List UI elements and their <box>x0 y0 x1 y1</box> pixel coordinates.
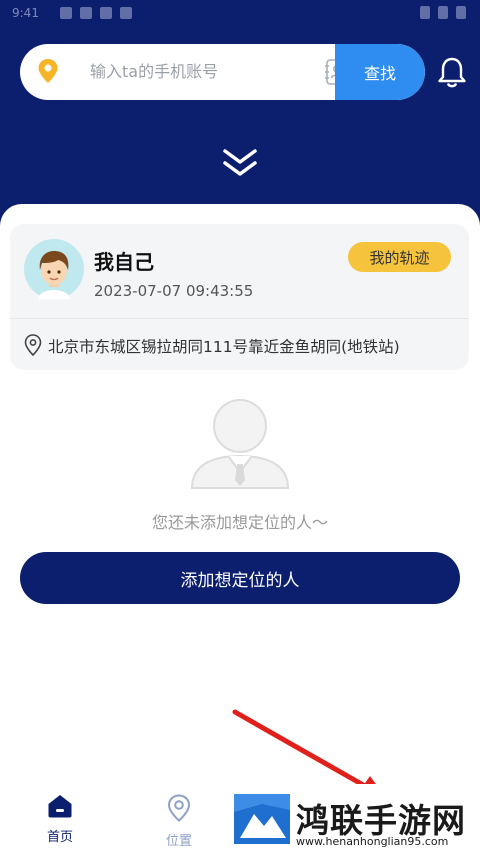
search-button[interactable]: 查找 <box>335 44 425 100</box>
watermark-logo <box>234 794 290 844</box>
notification-icons <box>60 7 132 19</box>
system-status-icons <box>420 6 466 19</box>
last-update-time: 2023-07-07 09:43:55 <box>94 282 254 300</box>
location-outline-icon <box>24 334 42 356</box>
status-bar: 9:41 <box>0 0 480 26</box>
double-chevron-down-icon[interactable] <box>222 148 258 178</box>
location-tab-icon <box>167 794 191 822</box>
site-watermark: 鸿联手游网 www.henanhonglian95.com <box>232 792 480 854</box>
avatar <box>24 239 84 299</box>
home-icon <box>48 795 72 818</box>
watermark-url: www.henanhonglian95.com <box>296 835 449 848</box>
self-location-card[interactable]: 我自己 2023-07-07 09:43:55 我的轨迹 北京市东城区锡拉胡同1… <box>10 224 469 370</box>
header-background <box>0 0 480 230</box>
location-pin-icon <box>38 59 58 83</box>
bell-icon[interactable] <box>437 56 467 88</box>
tab-location-label: 位置 <box>165 834 192 849</box>
person-placeholder-icon <box>190 399 290 489</box>
my-track-button[interactable]: 我的轨迹 <box>348 242 451 272</box>
empty-state-message: 您还未添加想定位的人～ <box>151 513 328 532</box>
self-name: 我自己 <box>94 250 154 274</box>
add-person-button[interactable]: 添加想定位的人 <box>20 552 460 604</box>
tab-home[interactable]: 首页 <box>30 794 90 845</box>
card-divider <box>10 318 469 319</box>
current-address: 北京市东城区锡拉胡同111号靠近金鱼胡同(地铁站) <box>48 338 400 356</box>
tab-home-label: 首页 <box>46 830 73 845</box>
search-bar: 输入ta的手机账号 查找 <box>20 44 425 100</box>
tab-location[interactable]: 位置 <box>149 794 209 849</box>
phone-search-input[interactable]: 输入ta的手机账号 <box>90 44 218 100</box>
status-time: 9:41 <box>12 6 39 20</box>
